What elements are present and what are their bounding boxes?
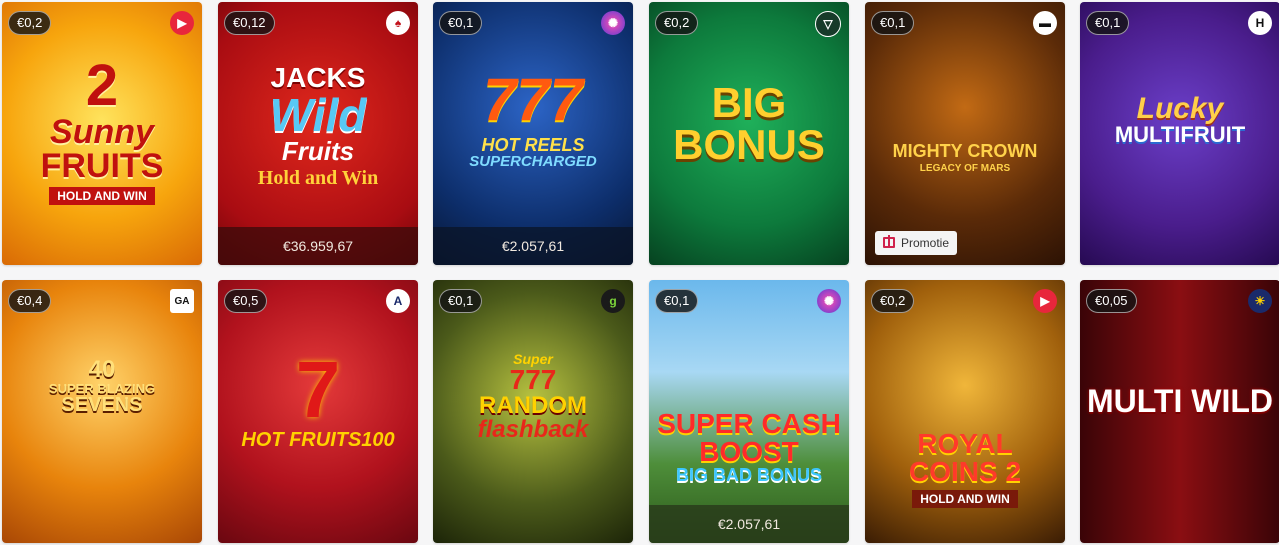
jackpot-amount: €36.959,67 bbox=[218, 227, 418, 265]
game-tile[interactable]: €0,5 A 7 HOT FRUITS100 bbox=[218, 280, 418, 543]
game-tile[interactable]: €0,1 H Lucky MULTIFRUIT bbox=[1080, 2, 1279, 265]
g-icon: g bbox=[601, 289, 625, 313]
stake-badge: €0,1 bbox=[871, 11, 915, 35]
stake-badge: €0,2 bbox=[871, 289, 915, 313]
h-icon: H bbox=[1248, 11, 1272, 35]
game-title: ROYAL COINS 2 HOLD AND WIN bbox=[908, 428, 1022, 508]
game-title: BIG BONUS bbox=[673, 79, 825, 168]
game-tile[interactable]: €0,4 GA 40 SUPER BLAZING SEVENS bbox=[2, 280, 202, 543]
gift-icon bbox=[883, 235, 895, 248]
stake-badge: €0,05 bbox=[1086, 289, 1137, 313]
game-title: 777 HOT REELS SUPERCHARGED bbox=[469, 66, 597, 170]
promotion-button[interactable]: Promotie bbox=[875, 231, 958, 255]
game-title: Lucky MULTIFRUIT bbox=[1114, 92, 1246, 147]
games-grid: €0,2 ▶ 2 Sunny FRUITS HOLD AND WIN €0,12… bbox=[0, 0, 1279, 545]
game-title: SUPER CASH BOOST BIG BAD BONUS bbox=[657, 408, 841, 485]
play-triangle-icon: ▶ bbox=[1033, 289, 1057, 313]
game-tile[interactable]: €0,2 ▶ ROYAL COINS 2 HOLD AND WIN bbox=[865, 280, 1065, 543]
game-title: MULTI WILD bbox=[1086, 383, 1273, 419]
game-tile[interactable]: €0,1 ✺ SUPER CASH BOOST BIG BAD BONUS €2… bbox=[649, 280, 849, 543]
ga-icon: GA bbox=[170, 289, 194, 313]
play-triangle-icon: ▶ bbox=[170, 11, 194, 35]
game-tile[interactable]: €0,1 g Super 777 RANDOM flashback bbox=[433, 280, 633, 543]
game-tile[interactable]: €0,2 ▶ 2 Sunny FRUITS HOLD AND WIN bbox=[2, 2, 202, 265]
firework-icon: ✺ bbox=[817, 289, 841, 313]
spade-icon: ♠ bbox=[386, 11, 410, 35]
game-title: 2 Sunny FRUITS HOLD AND WIN bbox=[40, 53, 164, 205]
game-title: Super 777 RANDOM flashback bbox=[477, 351, 589, 443]
game-title: MIGHTY CROWN LEGACY OF MARS bbox=[892, 141, 1038, 174]
game-tile[interactable]: €0,12 ♠ JACKS Wild Fruits Hold and Win €… bbox=[218, 2, 418, 265]
game-title: 40 SUPER BLAZING SEVENS bbox=[48, 356, 156, 416]
a-icon: A bbox=[386, 289, 410, 313]
game-artwork bbox=[865, 2, 1065, 265]
stake-badge: €0,1 bbox=[439, 11, 483, 35]
game-tile[interactable]: €0,1 ✺ 777 HOT REELS SUPERCHARGED €2.057… bbox=[433, 2, 633, 265]
stake-badge: €0,1 bbox=[439, 289, 483, 313]
stake-badge: €0,2 bbox=[8, 11, 52, 35]
stake-badge: €0,4 bbox=[8, 289, 52, 313]
stake-badge: €0,12 bbox=[224, 11, 275, 35]
firework-icon: ✺ bbox=[601, 11, 625, 35]
game-tile[interactable]: €0,1 ▬ MIGHTY CROWN LEGACY OF MARS Promo… bbox=[865, 2, 1065, 265]
stake-badge: €0,2 bbox=[655, 11, 699, 35]
game-tile[interactable]: €0,05 ☀ MULTI WILD bbox=[1080, 280, 1279, 543]
game-title: 7 HOT FRUITS100 bbox=[241, 345, 395, 451]
sun-icon: ☀ bbox=[1248, 289, 1272, 313]
stake-badge: €0,1 bbox=[1086, 11, 1130, 35]
game-title: JACKS Wild Fruits Hold and Win bbox=[257, 62, 379, 189]
v-shield-icon: ▽ bbox=[815, 11, 841, 37]
jackpot-amount: €2.057,61 bbox=[649, 505, 849, 543]
jackpot-amount: €2.057,61 bbox=[433, 227, 633, 265]
game-tile[interactable]: €0,2 ▽ BIG BONUS bbox=[649, 2, 849, 265]
stake-badge: €0,1 bbox=[655, 289, 699, 313]
sunglasses-icon: ▬ bbox=[1033, 11, 1057, 35]
stake-badge: €0,5 bbox=[224, 289, 268, 313]
